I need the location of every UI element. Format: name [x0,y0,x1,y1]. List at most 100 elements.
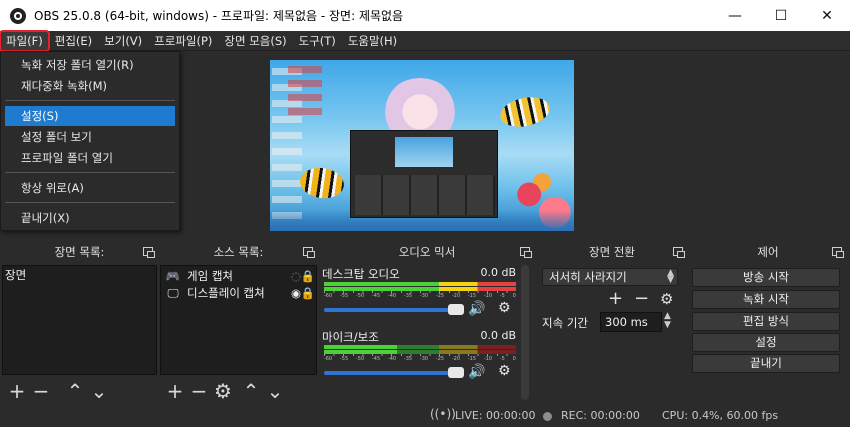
meter-scale-tick: -35 [403,356,413,362]
meter-scale-tick: -5 [499,293,505,299]
sources-list[interactable]: 🎮 게임 캡쳐 ◌ 🔒 🖵 디스플레이 캡쳐 ◉ 🔒 [160,265,317,375]
menu-edit[interactable]: 편집(E) [49,31,98,51]
meter-scale-tick: -45 [371,293,381,299]
visibility-hidden-icon[interactable]: ◌ [291,269,301,283]
add-icon[interactable]: + [8,381,26,401]
scenes-dock-title: 장면 목록: [2,243,157,261]
gear-icon[interactable]: ⚙ [498,363,511,379]
volume-meter [324,345,516,349]
dock-float-icon[interactable] [143,247,155,258]
menu-separator [5,100,175,101]
mixer-channel-desktop: 데스크탑 오디오 0.0 dB -60 -55 -50 -45 -40 -35 -30 -25… [322,266,516,326]
transitions-title: 장면 전환 [537,243,687,261]
meter-scale-tick: -55 [339,356,349,362]
menu-help[interactable]: 도움말(H) [342,31,403,51]
meter-scale-tick: -15 [467,293,477,299]
duration-label: 지속 기간 [542,316,588,330]
move-down-icon[interactable]: ⌄ [266,381,284,401]
meter-scale-tick: 0 [512,293,516,299]
rec-status: REC: 00:00:00 [561,409,640,422]
meter-scale-tick: -40 [387,293,397,299]
lock-icon[interactable]: 🔒 [301,286,315,300]
sources-toolbar: + − ⚙ ⌃ ⌄ [160,378,317,404]
meter-scale-tick: -10 [483,356,493,362]
move-up-icon[interactable]: ⌃ [242,381,260,401]
meter-scale-tick: -10 [483,293,493,299]
nested-preview [395,137,453,167]
window-title: OBS 25.0.8 (64-bit, windows) - 프로파일: 제목없… [34,9,404,23]
spin-arrows-icon: ▲ ▼ [667,268,674,285]
volume-slider[interactable] [324,304,464,315]
meter-scale-tick: 0 [512,356,516,362]
exit-button[interactable]: 끝내기 [692,354,840,373]
meter-scale-tick: -60 [324,356,333,362]
record-indicator-icon [543,412,552,421]
remove-icon[interactable]: − [32,381,50,401]
settings-button[interactable]: 설정 [692,333,840,352]
lock-icon[interactable]: 🔒 [301,269,315,283]
menu-show-profile-folder[interactable]: 프로파일 폴더 열기 [5,148,175,168]
volume-slider[interactable] [324,367,464,378]
channel-name: 데스크탑 오디오 [322,267,400,281]
move-down-icon[interactable]: ⌄ [90,381,108,401]
preview-canvas[interactable] [270,60,574,231]
sources-dock: 소스 목록: 🎮 게임 캡쳐 ◌ 🔒 🖵 디스플레이 캡쳐 ◉ 🔒 + − ⚙ … [160,243,317,404]
dock-float-icon[interactable] [673,247,685,258]
speaker-icon[interactable]: 🔊 [468,364,485,380]
menu-show-settings-folder[interactable]: 설정 폴더 보기 [5,127,175,147]
minimize-button[interactable]: — [712,0,758,31]
menu-exit[interactable]: 끝내기(X) [5,208,175,228]
nested-obs-window [350,130,498,218]
menu-settings[interactable]: 설정(S) [5,106,175,126]
mixer-channel-mic: 마이크/보조 0.0 dB -60 -55 -50 -45 -40 -35 -30 -25 -2… [322,329,516,389]
add-icon[interactable]: + [166,381,184,401]
maximize-button[interactable]: ☐ [758,0,804,31]
remove-transition-icon[interactable]: − [634,289,649,309]
transition-selected: 서서히 사라지기 [549,270,627,284]
menu-remux-recordings[interactable]: 재다중화 녹화(M) [5,76,175,96]
mixer-scrollbar[interactable] [521,265,529,400]
menu-scene-collection[interactable]: 장면 모음(S) [218,31,292,51]
obs-window: OBS 25.0.8 (64-bit, windows) - 프로파일: 제목없… [0,0,850,427]
dock-float-icon[interactable] [832,247,844,258]
start-recording-button[interactable]: 녹화 시작 [692,290,840,309]
scenes-dock: 장면 목록: 장면 + − ⌃ ⌄ [2,243,157,404]
add-transition-icon[interactable]: + [608,289,623,309]
gear-icon[interactable]: ⚙ [498,300,511,316]
channel-db: 0.0 dB [480,266,516,279]
dock-float-icon[interactable] [520,247,532,258]
volume-slider-handle[interactable] [448,367,464,378]
menu-always-on-top[interactable]: 항상 위로(A) [5,178,175,198]
menu-file[interactable]: 파일(F) [0,29,50,52]
scene-item[interactable]: 장면 [5,267,26,283]
move-up-icon[interactable]: ⌃ [66,381,84,401]
visibility-icon[interactable]: ◉ [291,286,301,300]
sources-dock-title: 소스 목록: [160,243,317,261]
menu-view[interactable]: 보기(V) [98,31,148,51]
scenes-list[interactable]: 장면 [2,265,157,375]
window-controls: — ☐ ✕ [712,0,850,31]
source-label: 디스플레이 캡쳐 [187,286,265,300]
studio-mode-button[interactable]: 편집 방식 [692,312,840,331]
transition-select[interactable]: 서서히 사라지기 ▲ ▼ [542,268,678,286]
menu-tools[interactable]: 도구(T) [293,31,342,51]
source-item-game-capture[interactable]: 🎮 게임 캡쳐 ◌ 🔒 [165,268,315,284]
gear-icon[interactable]: ⚙ [660,290,673,308]
desktop-icons-column [288,62,322,122]
duration-input[interactable]: 300 ms [600,312,662,332]
dock-float-icon[interactable] [303,247,315,258]
speaker-icon[interactable]: 🔊 [468,301,485,317]
close-button[interactable]: ✕ [804,0,850,31]
volume-slider-handle[interactable] [448,304,464,315]
meter-scale-tick: -50 [355,293,365,299]
obs-logo-icon [10,7,26,24]
menu-profile[interactable]: 프로파일(P) [148,31,218,51]
start-streaming-button[interactable]: 방송 시작 [692,268,840,287]
duration-spin-icon[interactable]: ▲ ▼ [664,312,671,330]
menu-open-recordings-folder[interactable]: 녹화 저장 폴더 열기(R) [5,55,175,75]
meter-scale-tick: -30 [419,293,429,299]
gear-icon[interactable]: ⚙ [214,381,232,401]
wallpaper-fish [298,165,346,201]
source-item-display-capture[interactable]: 🖵 디스플레이 캡쳐 ◉ 🔒 [165,285,315,301]
remove-icon[interactable]: − [190,381,208,401]
